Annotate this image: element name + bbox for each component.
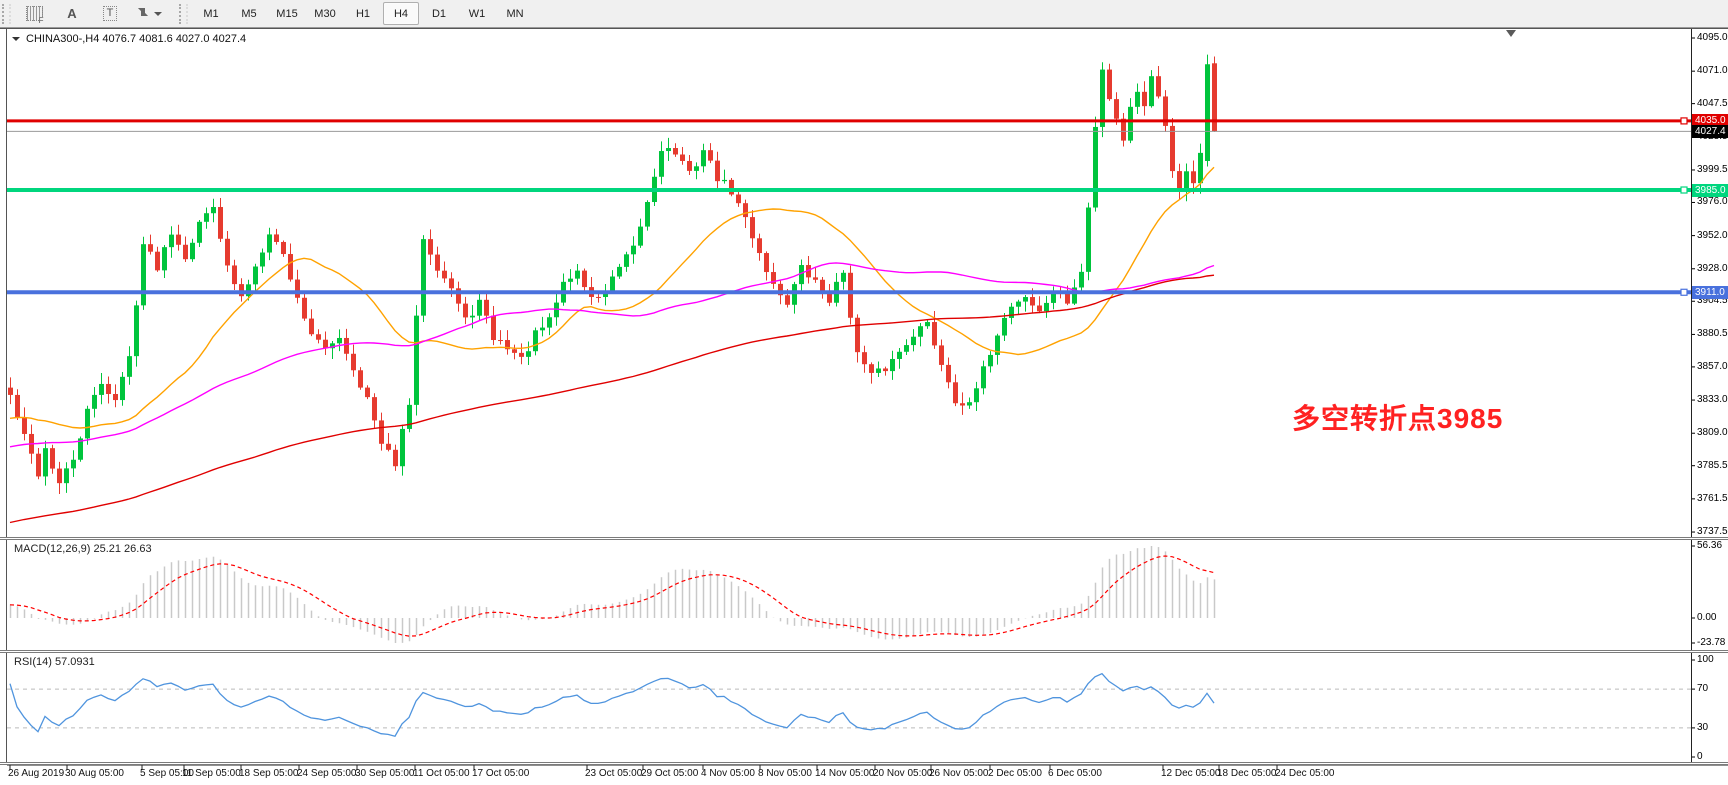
price-tick-3737.5: 3737.5 [1697, 526, 1728, 537]
date-tick: 6 Dec 05:00 [1048, 768, 1102, 779]
price-tick-4095: 4095.0 [1697, 32, 1728, 43]
toolbar-grip[interactable] [2, 4, 11, 24]
rsi-tick-70: 70 [1697, 683, 1708, 694]
cursor-arrows-icon [136, 7, 150, 21]
date-tick: 24 Sep 05:00 [297, 768, 357, 779]
date-tick: 8 Nov 05:00 [758, 768, 812, 779]
macd-tick--23.78: -23.78 [1697, 637, 1725, 648]
rsi-tick-100: 100 [1697, 654, 1714, 665]
panel-separator-rsi-dates[interactable] [0, 762, 1728, 765]
timeframe-button-d1[interactable]: D1 [421, 2, 457, 25]
symbol-title[interactable]: CHINA300-,H4 4076.7 4081.6 4027.0 4027.4 [12, 33, 246, 45]
indicator-grid-f-button[interactable]: F [16, 2, 52, 25]
macd-histogram [11, 546, 1215, 643]
price-tick-3809: 3809.0 [1697, 427, 1728, 438]
rsi-line [10, 674, 1214, 737]
date-tick: 30 Aug 05:00 [65, 768, 124, 779]
timeframe-button-m5[interactable]: M5 [231, 2, 267, 25]
price-tick-3761.5: 3761.5 [1697, 493, 1728, 504]
price-tick-3880.5: 3880.5 [1697, 328, 1728, 339]
macd-tick-56.36: 56.36 [1697, 540, 1722, 551]
price-tick-3976: 3976.0 [1697, 196, 1728, 207]
timeframe-button-m30[interactable]: M30 [307, 2, 343, 25]
date-tick: 4 Nov 05:00 [701, 768, 755, 779]
timeframe-toolbar-grip[interactable] [179, 4, 188, 24]
date-tick: 11 Sep 05:00 [182, 768, 241, 779]
date-tick: 18 Sep 05:00 [239, 768, 299, 779]
date-tick: 11 Oct 05:00 [413, 768, 470, 779]
price-box-3911.0: 3911.0 [1692, 286, 1728, 299]
price-tick-3999.5: 3999.5 [1697, 164, 1728, 175]
date-tick: 12 Dec 05:00 [1161, 768, 1221, 779]
price-box-3985.0: 3985.0 [1692, 184, 1728, 197]
price-tick-4071: 4071.0 [1697, 65, 1728, 76]
text-t-icon: T [103, 6, 118, 21]
macd-tick-0.00: 0.00 [1697, 612, 1716, 623]
date-tick: 26 Aug 2019 [8, 768, 64, 779]
text-t-button[interactable]: T [92, 2, 128, 25]
price-box-4027.4: 4027.4 [1692, 125, 1728, 138]
chart-shift-marker-icon[interactable] [1506, 30, 1516, 42]
date-tick: 23 Oct 05:00 [585, 768, 642, 779]
rsi-tick-0: 0 [1697, 751, 1703, 762]
macd-signal-line [10, 556, 1214, 636]
label-a-icon: A [67, 6, 76, 21]
panel-separator-main-macd[interactable] [0, 537, 1728, 540]
price-tick-3833: 3833.0 [1697, 394, 1728, 405]
ma-slow-line[interactable] [10, 275, 1214, 522]
symbol-ohlc-text: CHINA300-,H4 4076.7 4081.6 4027.0 4027.4 [26, 33, 246, 45]
rsi-label: RSI(14) 57.0931 [14, 656, 95, 668]
timeframe-button-w1[interactable]: W1 [459, 2, 495, 25]
label-a-button[interactable]: A [54, 2, 90, 25]
date-tick: 14 Nov 05:00 [815, 768, 875, 779]
chart-canvas[interactable] [0, 0, 1728, 785]
panel-separator-macd-rsi[interactable] [0, 650, 1728, 653]
date-tick: 20 Nov 05:00 [873, 768, 933, 779]
cursor-arrows-button[interactable] [130, 2, 170, 25]
timeframe-button-m1[interactable]: M1 [193, 2, 229, 25]
annotation-text[interactable]: 多空转折点3985 [1292, 397, 1503, 437]
price-axis-border [1691, 29, 1692, 765]
dropdown-caret-icon [154, 12, 162, 20]
symbol-dropdown-icon[interactable] [12, 37, 20, 45]
date-tick: 30 Sep 05:00 [355, 768, 415, 779]
price-tick-3785.5: 3785.5 [1697, 460, 1728, 471]
timeframe-button-mn[interactable]: MN [497, 2, 533, 25]
macd-label: MACD(12,26,9) 25.21 26.63 [14, 543, 152, 555]
mt4-window: { "toolbar": { "icons": [ {"name": "indi… [0, 0, 1728, 785]
date-tick: 24 Dec 05:00 [1275, 768, 1335, 779]
price-tick-4047.5: 4047.5 [1697, 98, 1728, 109]
timeframe-button-m15[interactable]: M15 [269, 2, 305, 25]
date-tick: 29 Oct 05:00 [641, 768, 698, 779]
date-tick: 2 Dec 05:00 [988, 768, 1042, 779]
price-tick-3952: 3952.0 [1697, 230, 1728, 241]
date-tick: 26 Nov 05:00 [929, 768, 989, 779]
rsi-tick-30: 30 [1697, 722, 1708, 733]
price-tick-3928: 3928.0 [1697, 263, 1728, 274]
indicator-grid-f-icon: F [26, 6, 43, 21]
price-tick-3857: 3857.0 [1697, 361, 1728, 372]
date-tick: 18 Dec 05:00 [1217, 768, 1277, 779]
timeframe-button-h1[interactable]: H1 [345, 2, 381, 25]
date-tick: 17 Oct 05:00 [472, 768, 529, 779]
timeframe-button-h4[interactable]: H4 [383, 2, 419, 25]
toolbar: F A T M1M5M15M30H1H4D1W1MN [0, 0, 1728, 28]
